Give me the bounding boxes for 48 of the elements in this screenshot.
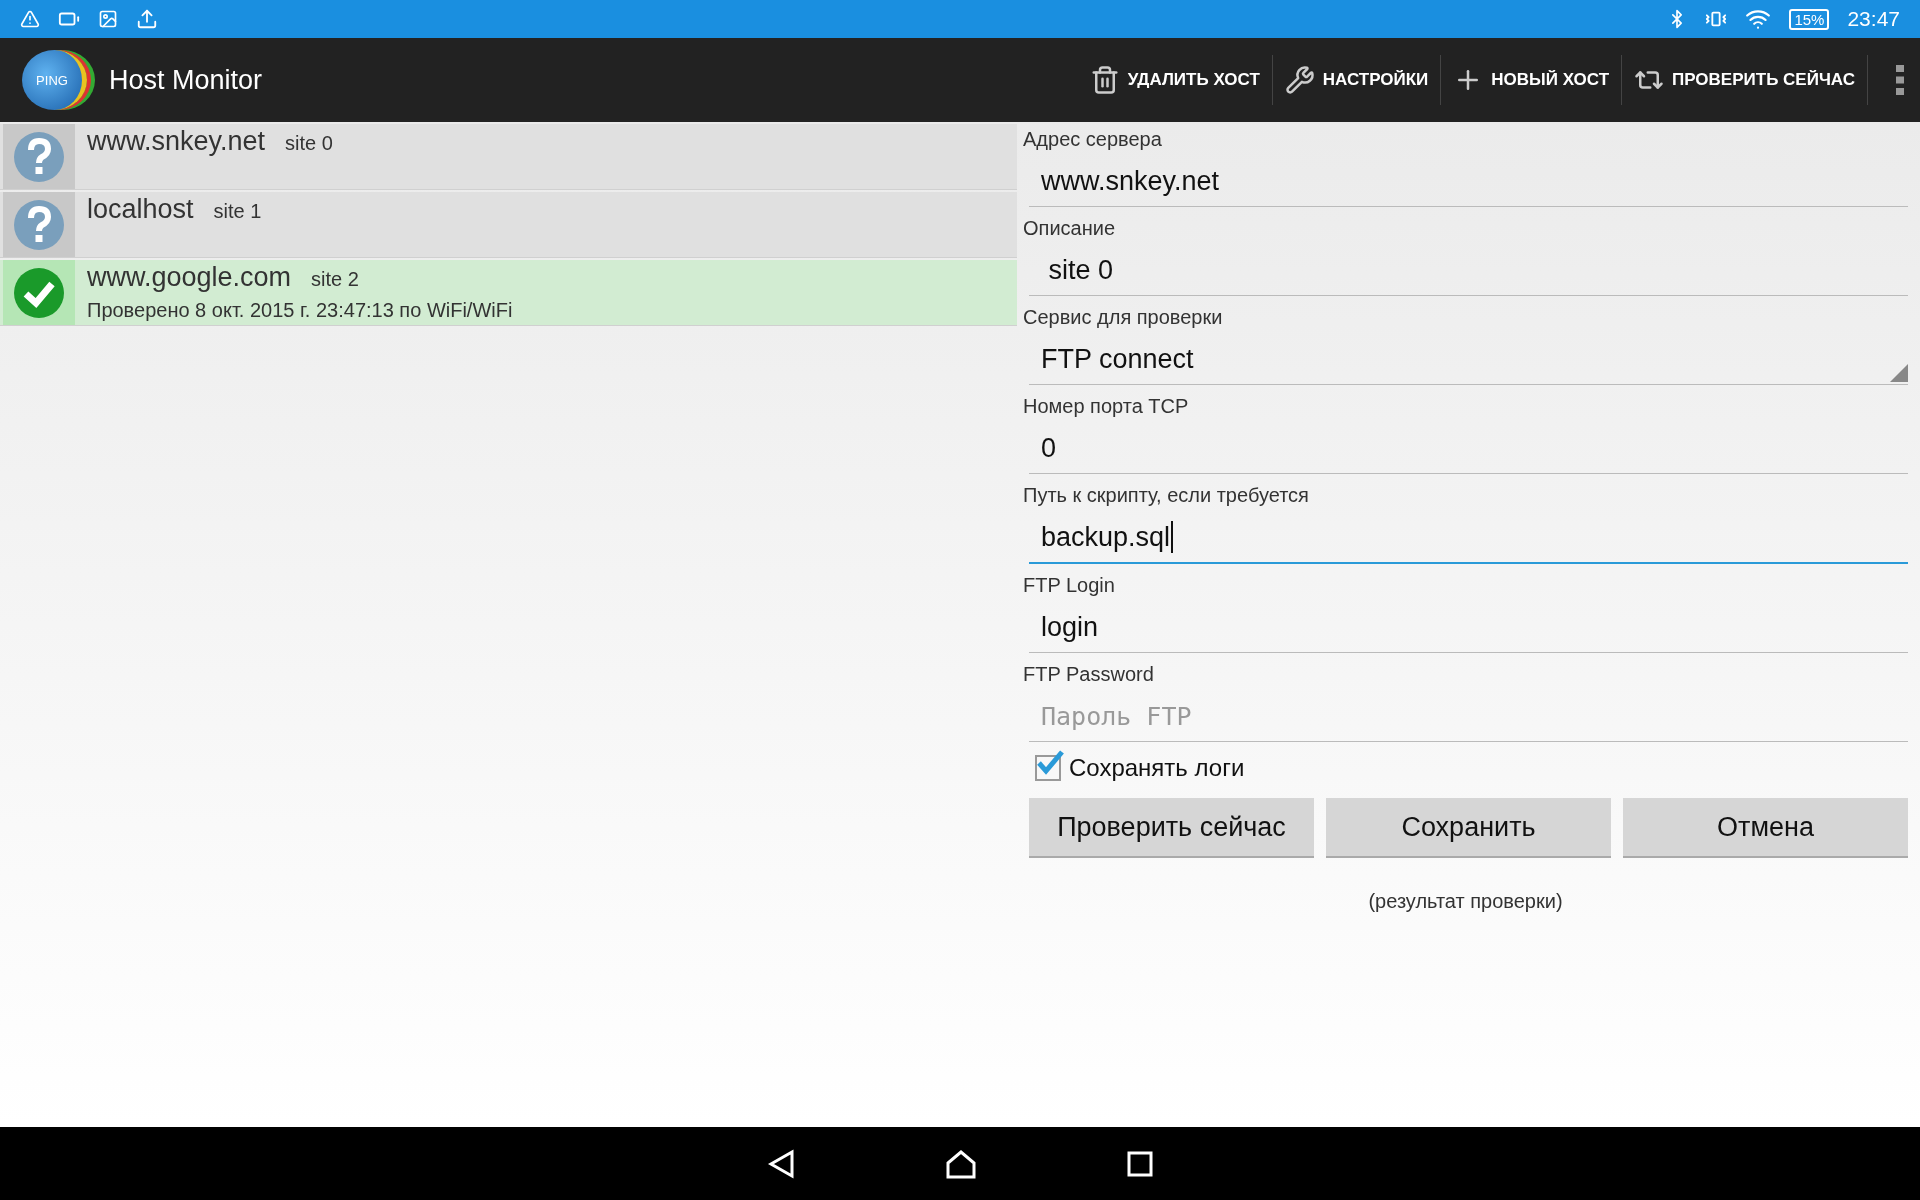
question-circle-icon xyxy=(12,197,66,252)
host-row[interactable]: localhost site 1 xyxy=(0,192,1017,258)
check-detail: Проверено 8 окт. 2015 г. 23:47:13 по WiFi/WiFi xyxy=(87,299,513,322)
host-name: www.google.com xyxy=(87,262,292,293)
input-field[interactable]: site 0 xyxy=(1029,245,1908,296)
image-icon xyxy=(98,9,118,29)
check-circle-icon xyxy=(12,265,66,320)
field-label: FTP Login xyxy=(1023,574,1116,598)
app-title: Host Monitor xyxy=(109,64,263,96)
checkmark-icon xyxy=(1035,749,1065,777)
alert-icon xyxy=(20,9,40,29)
host-description: site 2 xyxy=(311,268,359,291)
question-circle-icon xyxy=(12,129,66,184)
field-label: Описание xyxy=(1023,217,1117,241)
action-button[interactable]: ПРОВЕРИТЬ СЕЙЧАС xyxy=(1622,55,1868,105)
host-description: site 0 xyxy=(285,132,333,155)
more-vertical-icon xyxy=(1896,65,1904,95)
action-button[interactable]: УДАЛИТЬ ХОСТ xyxy=(1077,55,1273,105)
home-button[interactable] xyxy=(945,1148,977,1179)
save-logs-checkbox[interactable]: Сохранять логи xyxy=(1035,754,1908,782)
back-button[interactable] xyxy=(767,1148,795,1179)
field-label: Сервис для проверки xyxy=(1023,306,1224,330)
host-name: localhost xyxy=(87,194,194,225)
field-label: Номер порта TCP xyxy=(1023,395,1190,419)
host-row[interactable]: www.snkey.net site 0 xyxy=(0,124,1017,190)
form-button[interactable]: Проверить сейчас xyxy=(1029,798,1314,858)
input-field[interactable]: 0 xyxy=(1029,423,1908,474)
upload-icon xyxy=(136,8,158,30)
host-name: www.snkey.net xyxy=(87,126,266,157)
host-description: site 1 xyxy=(213,200,262,223)
battery-level: 15% xyxy=(1789,8,1830,30)
clock: 23:47 xyxy=(1847,7,1900,31)
wrench-icon xyxy=(1284,65,1315,95)
check-result-text: (результат проверки) xyxy=(1368,890,1563,913)
action-button[interactable]: НАСТРОЙКИ xyxy=(1272,55,1442,105)
overflow-menu-button[interactable] xyxy=(1896,65,1904,95)
dropdown-corner-icon xyxy=(1890,364,1908,382)
input-field[interactable]: www.snkey.net xyxy=(1029,156,1908,207)
form-button[interactable]: Сохранить xyxy=(1326,798,1611,858)
field-label: Адрес сервера xyxy=(1023,128,1163,152)
input-field[interactable]: login xyxy=(1029,602,1908,653)
service-dropdown[interactable]: FTP connect xyxy=(1029,334,1908,385)
field-label: FTP Password xyxy=(1023,663,1155,687)
form-button[interactable]: Отмена xyxy=(1623,798,1908,858)
action-button[interactable]: НОВЫЙ ХОСТ xyxy=(1441,55,1623,105)
input-field[interactable]: backup.sql xyxy=(1029,512,1908,564)
field-label: Путь к скрипту, если требуется xyxy=(1023,484,1310,508)
recents-button[interactable] xyxy=(1127,1150,1153,1177)
